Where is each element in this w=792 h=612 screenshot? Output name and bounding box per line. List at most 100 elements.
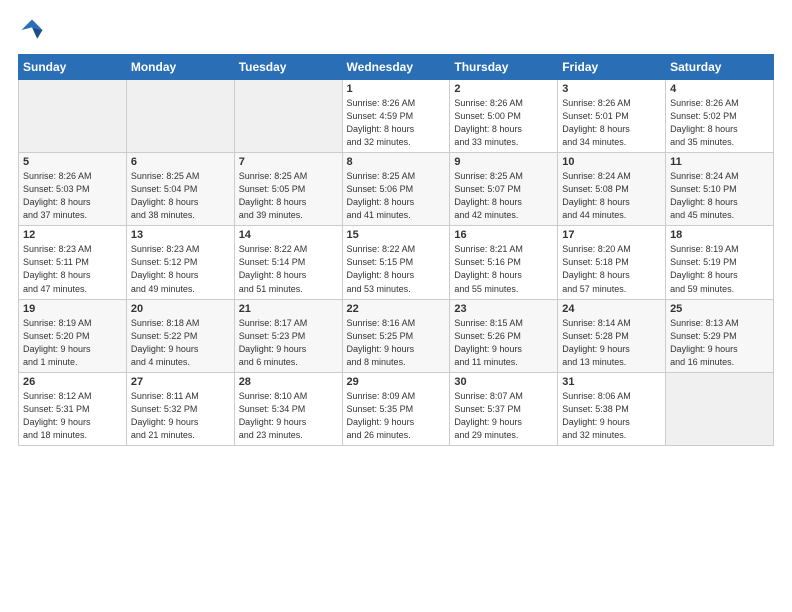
day-number: 12: [23, 229, 122, 241]
calendar-cell: [19, 80, 127, 153]
day-number: 28: [239, 376, 338, 388]
day-number: 4: [670, 83, 769, 95]
calendar-cell: 23Sunrise: 8:15 AM Sunset: 5:26 PM Dayli…: [450, 299, 558, 372]
calendar-cell: 8 Sunrise: 8:25 AM Sunset: 5:06 PM Daylig…: [342, 153, 450, 226]
day-number: 7: [239, 156, 338, 168]
day-number: 9: [454, 156, 553, 168]
header: [18, 16, 774, 44]
day-info: Sunrise: 8:19 AM Sunset: 5:19 PM Dayligh…: [670, 243, 769, 295]
calendar-cell: 5 Sunrise: 8:26 AM Sunset: 5:03 PM Daylig…: [19, 153, 127, 226]
day-number: 18: [670, 229, 769, 241]
day-info: Sunrise: 8:24 AM Sunset: 5:08 PM Dayligh…: [562, 170, 661, 222]
day-info: Sunrise: 8:25 AM Sunset: 5:07 PM Dayligh…: [454, 170, 553, 222]
calendar-cell: 3 Sunrise: 8:26 AM Sunset: 5:01 PM Daylig…: [558, 80, 666, 153]
calendar-cell: 26Sunrise: 8:12 AM Sunset: 5:31 PM Dayli…: [19, 372, 127, 445]
day-header: Thursday: [450, 55, 558, 80]
day-info: Sunrise: 8:26 AM Sunset: 5:03 PM Dayligh…: [23, 170, 122, 222]
day-number: 8: [347, 156, 446, 168]
day-info: Sunrise: 8:18 AM Sunset: 5:22 PM Dayligh…: [131, 317, 230, 369]
day-number: 3: [562, 83, 661, 95]
day-number: 27: [131, 376, 230, 388]
calendar-cell: 28 Sunrise: 8:10 AM Sunset: 5:34 PM Dayli…: [234, 372, 342, 445]
day-info: Sunrise: 8:23 AM Sunset: 5:11 PM Dayligh…: [23, 243, 122, 295]
day-info: Sunrise: 8:13 AM Sunset: 5:29 PM Dayligh…: [670, 317, 769, 369]
day-number: 29: [347, 376, 446, 388]
calendar-cell: 2 Sunrise: 8:26 AM Sunset: 5:00 PM Daylig…: [450, 80, 558, 153]
calendar-header-row: SundayMondayTuesdayWednesdayThursdayFrid…: [19, 55, 774, 80]
day-number: 25: [670, 303, 769, 315]
day-header: Saturday: [666, 55, 774, 80]
calendar-cell: 24 Sunrise: 8:14 AM Sunset: 5:28 PM Dayli…: [558, 299, 666, 372]
calendar-cell: 10 Sunrise: 8:24 AM Sunset: 5:08 PM Dayli…: [558, 153, 666, 226]
calendar-cell: 16 Sunrise: 8:21 AM Sunset: 5:16 PM Dayli…: [450, 226, 558, 299]
calendar-cell: 11Sunrise: 8:24 AM Sunset: 5:10 PM Dayli…: [666, 153, 774, 226]
calendar-cell: 6Sunrise: 8:25 AM Sunset: 5:04 PM Daylig…: [126, 153, 234, 226]
day-number: 22: [347, 303, 446, 315]
calendar-cell: 9 Sunrise: 8:25 AM Sunset: 5:07 PM Daylig…: [450, 153, 558, 226]
calendar-cell: 12 Sunrise: 8:23 AM Sunset: 5:11 PM Dayli…: [19, 226, 127, 299]
day-number: 6: [131, 156, 230, 168]
calendar-cell: 27 Sunrise: 8:11 AM Sunset: 5:32 PM Dayli…: [126, 372, 234, 445]
day-number: 24: [562, 303, 661, 315]
day-info: Sunrise: 8:23 AM Sunset: 5:12 PM Dayligh…: [131, 243, 230, 295]
day-header: Wednesday: [342, 55, 450, 80]
calendar-cell: 14 Sunrise: 8:22 AM Sunset: 5:14 PM Dayli…: [234, 226, 342, 299]
calendar-week-row: 1 Sunrise: 8:26 AM Sunset: 4:59 PM Daylig…: [19, 80, 774, 153]
day-info: Sunrise: 8:16 AM Sunset: 5:25 PM Dayligh…: [347, 317, 446, 369]
day-info: Sunrise: 8:11 AM Sunset: 5:32 PM Dayligh…: [131, 390, 230, 442]
day-number: 19: [23, 303, 122, 315]
day-info: Sunrise: 8:10 AM Sunset: 5:34 PM Dayligh…: [239, 390, 338, 442]
day-number: 20: [131, 303, 230, 315]
day-info: Sunrise: 8:15 AM Sunset: 5:26 PM Dayligh…: [454, 317, 553, 369]
day-number: 2: [454, 83, 553, 95]
calendar-cell: 17 Sunrise: 8:20 AM Sunset: 5:18 PM Dayli…: [558, 226, 666, 299]
calendar-week-row: 5 Sunrise: 8:26 AM Sunset: 5:03 PM Daylig…: [19, 153, 774, 226]
day-info: Sunrise: 8:25 AM Sunset: 5:06 PM Dayligh…: [347, 170, 446, 222]
day-info: Sunrise: 8:07 AM Sunset: 5:37 PM Dayligh…: [454, 390, 553, 442]
day-info: Sunrise: 8:25 AM Sunset: 5:05 PM Dayligh…: [239, 170, 338, 222]
day-info: Sunrise: 8:19 AM Sunset: 5:20 PM Dayligh…: [23, 317, 122, 369]
calendar-cell: 7 Sunrise: 8:25 AM Sunset: 5:05 PM Daylig…: [234, 153, 342, 226]
day-info: Sunrise: 8:22 AM Sunset: 5:15 PM Dayligh…: [347, 243, 446, 295]
day-info: Sunrise: 8:06 AM Sunset: 5:38 PM Dayligh…: [562, 390, 661, 442]
day-number: 1: [347, 83, 446, 95]
day-info: Sunrise: 8:26 AM Sunset: 5:01 PM Dayligh…: [562, 97, 661, 149]
day-info: Sunrise: 8:17 AM Sunset: 5:23 PM Dayligh…: [239, 317, 338, 369]
day-number: 11: [670, 156, 769, 168]
day-number: 17: [562, 229, 661, 241]
calendar-week-row: 12 Sunrise: 8:23 AM Sunset: 5:11 PM Dayli…: [19, 226, 774, 299]
day-number: 5: [23, 156, 122, 168]
calendar-cell: 30 Sunrise: 8:07 AM Sunset: 5:37 PM Dayli…: [450, 372, 558, 445]
day-header: Friday: [558, 55, 666, 80]
calendar-cell: 22 Sunrise: 8:16 AM Sunset: 5:25 PM Dayli…: [342, 299, 450, 372]
day-info: Sunrise: 8:21 AM Sunset: 5:16 PM Dayligh…: [454, 243, 553, 295]
day-number: 14: [239, 229, 338, 241]
calendar-cell: 19 Sunrise: 8:19 AM Sunset: 5:20 PM Dayli…: [19, 299, 127, 372]
calendar-cell: 4 Sunrise: 8:26 AM Sunset: 5:02 PM Daylig…: [666, 80, 774, 153]
calendar-body: 1 Sunrise: 8:26 AM Sunset: 4:59 PM Daylig…: [19, 80, 774, 446]
day-info: Sunrise: 8:22 AM Sunset: 5:14 PM Dayligh…: [239, 243, 338, 295]
day-info: Sunrise: 8:26 AM Sunset: 4:59 PM Dayligh…: [347, 97, 446, 149]
calendar-cell: [234, 80, 342, 153]
day-info: Sunrise: 8:20 AM Sunset: 5:18 PM Dayligh…: [562, 243, 661, 295]
day-header: Monday: [126, 55, 234, 80]
logo-icon: [18, 16, 46, 44]
day-info: Sunrise: 8:26 AM Sunset: 5:02 PM Dayligh…: [670, 97, 769, 149]
day-number: 10: [562, 156, 661, 168]
calendar-week-row: 19 Sunrise: 8:19 AM Sunset: 5:20 PM Dayli…: [19, 299, 774, 372]
calendar-cell: 31Sunrise: 8:06 AM Sunset: 5:38 PM Dayli…: [558, 372, 666, 445]
day-info: Sunrise: 8:26 AM Sunset: 5:00 PM Dayligh…: [454, 97, 553, 149]
day-number: 16: [454, 229, 553, 241]
calendar-cell: 1 Sunrise: 8:26 AM Sunset: 4:59 PM Daylig…: [342, 80, 450, 153]
page: SundayMondayTuesdayWednesdayThursdayFrid…: [0, 0, 792, 612]
calendar-cell: 25 Sunrise: 8:13 AM Sunset: 5:29 PM Dayli…: [666, 299, 774, 372]
day-number: 15: [347, 229, 446, 241]
day-info: Sunrise: 8:14 AM Sunset: 5:28 PM Dayligh…: [562, 317, 661, 369]
calendar-cell: 29Sunrise: 8:09 AM Sunset: 5:35 PM Dayli…: [342, 372, 450, 445]
day-info: Sunrise: 8:12 AM Sunset: 5:31 PM Dayligh…: [23, 390, 122, 442]
calendar-cell: 18 Sunrise: 8:19 AM Sunset: 5:19 PM Dayli…: [666, 226, 774, 299]
calendar-cell: 21Sunrise: 8:17 AM Sunset: 5:23 PM Dayli…: [234, 299, 342, 372]
day-header: Sunday: [19, 55, 127, 80]
calendar-cell: [666, 372, 774, 445]
day-number: 30: [454, 376, 553, 388]
